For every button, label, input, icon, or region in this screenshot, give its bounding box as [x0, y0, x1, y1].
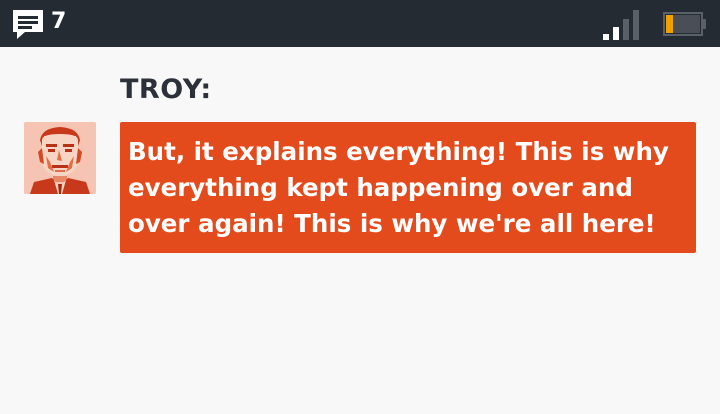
- troy-portrait-icon: [24, 122, 96, 194]
- dialogue-bubble[interactable]: But, it explains everything! This is why…: [120, 122, 696, 253]
- battery-low-icon: [663, 12, 706, 36]
- unread-count: 7: [51, 9, 67, 34]
- status-bar: 7: [0, 0, 720, 47]
- chat-bubble-icon[interactable]: [11, 8, 45, 40]
- speaker-name: TROY:: [120, 74, 212, 105]
- signal-strength-icon: [603, 10, 639, 40]
- troy-portrait: [24, 122, 96, 194]
- dialogue-text: But, it explains everything! This is why…: [128, 137, 669, 238]
